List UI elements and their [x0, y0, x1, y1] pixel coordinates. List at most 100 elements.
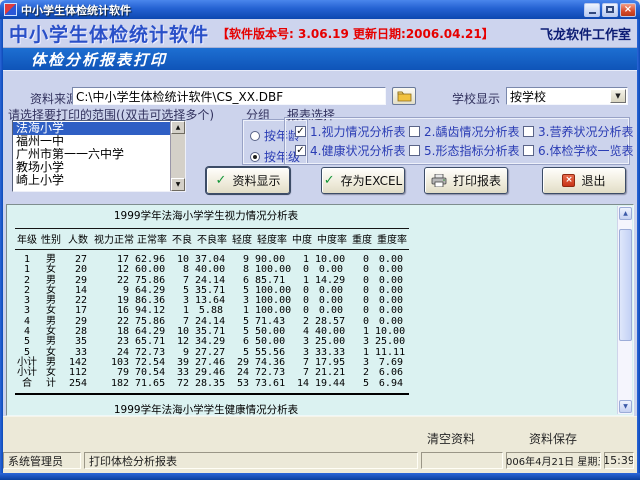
footer-panel: 清空资料 资料保存 [2, 416, 638, 450]
school-list-item[interactable]: 福州一中 [13, 135, 170, 148]
exit-label: 退出 [581, 172, 605, 189]
cell: 4 [289, 327, 315, 337]
printer-icon [431, 174, 447, 187]
report-checkbox[interactable]: ✓ 4.健康状况分析表 [295, 142, 409, 159]
cell: 28.35 [195, 379, 229, 394]
cell: 72 [169, 379, 195, 394]
column-header: 重度率 [375, 229, 409, 250]
cell: 3 [289, 348, 315, 358]
cell: 0 [289, 306, 315, 316]
cell: 男 [39, 250, 63, 266]
cell: 8 [169, 265, 195, 275]
clear-data-button[interactable]: 清空资料 [427, 430, 475, 447]
scrollbar-thumb[interactable] [619, 229, 632, 341]
cell: 90.00 [255, 250, 289, 266]
scroll-up-icon[interactable]: ▲ [171, 121, 185, 134]
cell: 6 [229, 337, 255, 347]
maximize-icon [606, 6, 614, 13]
print-report-button[interactable]: 打印报表 [424, 167, 508, 194]
cell: 计 [39, 379, 63, 394]
cell: 0 [349, 296, 375, 306]
status-date: 2006年4月21日 星期五 [506, 452, 601, 469]
exit-button[interactable]: × 退出 [542, 167, 626, 194]
window-title: 中小学生体检统计软件 [21, 2, 584, 18]
column-header: 轻度率 [255, 229, 289, 250]
page-title: 体检分析报表打印 [31, 49, 167, 70]
save-data-button[interactable]: 资料保存 [529, 430, 577, 447]
checkbox-label: 3.营养状况分析表 [538, 123, 633, 140]
status-user: 系统管理员 [3, 452, 81, 469]
maximize-button[interactable] [602, 3, 618, 17]
cell: 0 [289, 286, 315, 296]
minimize-icon [589, 12, 596, 14]
source-path-input[interactable] [72, 87, 386, 105]
close-button[interactable]: × [620, 3, 636, 17]
cell: 5 [349, 379, 375, 394]
scroll-down-icon[interactable]: ▼ [171, 178, 185, 191]
cell: 3 [229, 296, 255, 306]
report-checkbox[interactable]: 3.营养状况分析表 [523, 123, 631, 140]
scroll-down-icon[interactable]: ▼ [619, 400, 632, 413]
cell: 1 [289, 276, 315, 286]
title-bar[interactable]: 中小学生体检统计软件 × [0, 0, 640, 19]
header-band: 中小学生体检统计软件 【软件版本号: 3.06.19 更新日期:2006.04.… [3, 19, 637, 48]
cell: 0 [349, 286, 375, 296]
school-display-dropdown[interactable]: 按学校 ▼ [506, 87, 628, 105]
cell: 2 [349, 368, 375, 378]
checkbox-icon: ✓ [295, 126, 306, 137]
report-checkbox[interactable]: 2.龋齿情况分析表 [409, 123, 523, 140]
column-header: 中度 [289, 229, 315, 250]
school-list-item[interactable]: 广州市第一一六中学 [13, 148, 170, 161]
cell: 10.00 [315, 250, 349, 266]
school-list-item[interactable]: 教场小学 [13, 161, 170, 174]
report-checkbox[interactable]: 6.体检学校一览表 [523, 142, 631, 159]
cell: 8 [229, 265, 255, 275]
checkbox-label: 4.健康状况分析表 [310, 142, 405, 159]
report-checkbox[interactable]: 5.形态指标分析表 [409, 142, 523, 159]
column-header: 重度 [349, 229, 375, 250]
cell: 0 [349, 265, 375, 275]
cell: 1 [229, 306, 255, 316]
school-list-item[interactable]: 法海小学 [13, 122, 170, 135]
data-display-button[interactable]: ✓ 资料显示 [206, 167, 290, 194]
school-listbox[interactable]: 法海小学福州一中广州市第一一六中学教场小学崎上小学 ▲ ▼ [12, 120, 186, 192]
print-report-label: 打印报表 [453, 172, 501, 189]
save-excel-label: 存为EXCEL [341, 172, 403, 189]
minimize-button[interactable] [584, 3, 600, 17]
cell: 5 [229, 286, 255, 296]
cell: 10 [169, 250, 195, 266]
browse-folder-button[interactable] [392, 87, 416, 105]
column-header: 轻度 [229, 229, 255, 250]
data-display-label: 资料显示 [232, 172, 280, 189]
checkbox-label: 5.形态指标分析表 [424, 142, 519, 159]
cell: 0 [289, 296, 315, 306]
scroll-up-icon[interactable]: ▲ [619, 207, 632, 220]
checkbox-icon [523, 145, 534, 156]
cell: 37.04 [195, 250, 229, 266]
report-block: 1999学年法海小学学生视力情况分析表 年级性别人数视力正常正常率不良不良率轻度… [15, 208, 397, 417]
cell: 5 [229, 317, 255, 327]
checkbox-label: 2.龋齿情况分析表 [424, 123, 519, 140]
cell: 12 [169, 337, 195, 347]
status-time: 15:39 [604, 452, 634, 469]
chevron-down-icon[interactable]: ▼ [610, 89, 626, 103]
column-header: 视力正常 [93, 229, 135, 250]
table-header-row: 年级性别人数视力正常正常率不良不良率轻度轻度率中度中度率重度重度率 [15, 229, 409, 250]
display-scrollbar[interactable]: ▲ ▼ [617, 206, 632, 414]
cell: 9 [229, 250, 255, 266]
checkbox-icon [409, 126, 420, 137]
column-header: 性别 [39, 229, 63, 250]
cell: 2 [289, 317, 315, 327]
cell: 14 [289, 379, 315, 394]
app-window: 中小学生体检统计软件 × 中小学生体检统计软件 【软件版本号: 3.06.19 … [0, 0, 640, 480]
list-scrollbar[interactable]: ▲ ▼ [170, 121, 185, 191]
app-icon [4, 3, 17, 16]
school-list-item[interactable]: 崎上小学 [13, 174, 170, 187]
checkbox-icon: ✓ [295, 145, 306, 156]
window-border [0, 473, 640, 480]
column-header: 正常率 [135, 229, 169, 250]
save-excel-button[interactable]: ✓ 存为EXCEL [321, 167, 405, 194]
studio-name: 飞龙软件工作室 [540, 24, 631, 43]
report-checkbox[interactable]: ✓1.视力情况分析表 [295, 123, 409, 140]
column-header: 人数 [63, 229, 93, 250]
